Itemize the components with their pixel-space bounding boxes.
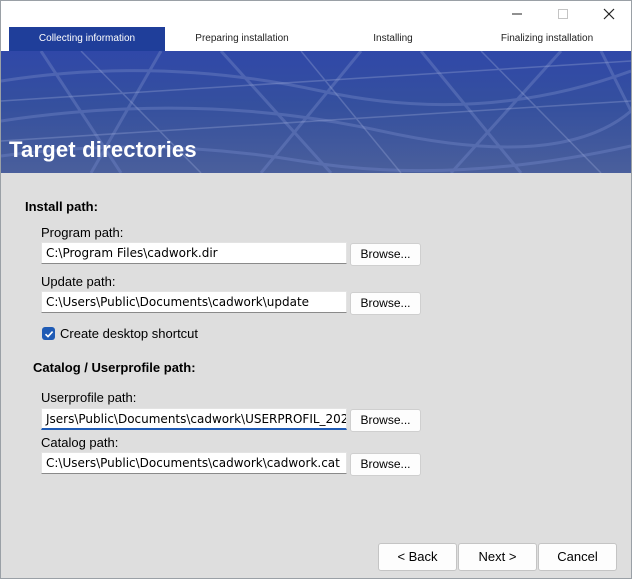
cancel-button[interactable]: Cancel	[538, 543, 617, 571]
installation-steps: Collecting information Preparing install…	[1, 27, 631, 51]
header-banner: Target directories	[1, 51, 631, 173]
catalog-path-browse-button[interactable]: Browse...	[350, 453, 421, 476]
userprofile-path-browse-button[interactable]: Browse...	[350, 409, 421, 432]
catalog-path-label: Catalog path:	[41, 435, 119, 450]
program-path-browse-button[interactable]: Browse...	[350, 243, 421, 266]
catalog-userprofile-heading: Catalog / Userprofile path:	[33, 360, 196, 375]
step-finalizing-installation: Finalizing installation	[500, 33, 594, 44]
step-installing: Installing	[373, 33, 413, 44]
userprofile-path-input[interactable]: Jsers\Public\Documents\cadwork\USERPROFI…	[41, 408, 347, 430]
close-icon	[603, 8, 615, 20]
program-path-label: Program path:	[41, 225, 124, 240]
content-panel: Install path: Program path: C:\Program F…	[1, 173, 631, 578]
update-path-input[interactable]: C:\Users\Public\Documents\cadwork\update	[41, 291, 347, 313]
back-button[interactable]: < Back	[378, 543, 457, 571]
desktop-shortcut-checkbox[interactable]	[42, 327, 55, 340]
update-path-label: Update path:	[41, 274, 116, 289]
maximize-button[interactable]	[540, 1, 586, 27]
minimize-icon	[512, 13, 522, 15]
userprofile-path-label: Userprofile path:	[41, 390, 137, 405]
program-path-input[interactable]: C:\Program Files\cadwork.dir	[41, 242, 347, 264]
install-path-heading: Install path:	[25, 199, 98, 214]
minimize-button[interactable]	[494, 1, 540, 27]
desktop-shortcut-label[interactable]: Create desktop shortcut	[60, 326, 198, 341]
installer-window: Collecting information Preparing install…	[0, 0, 632, 579]
title-bar	[1, 1, 631, 27]
next-button[interactable]: Next >	[458, 543, 537, 571]
checkmark-icon	[44, 330, 53, 338]
page-title: Target directories	[9, 137, 197, 162]
close-button[interactable]	[586, 1, 631, 27]
maximize-icon	[558, 9, 568, 19]
step-preparing-installation: Preparing installation	[195, 33, 289, 44]
step-collecting-information: Collecting information	[9, 27, 165, 51]
catalog-path-input[interactable]: C:\Users\Public\Documents\cadwork\cadwor…	[41, 452, 347, 474]
update-path-browse-button[interactable]: Browse...	[350, 292, 421, 315]
